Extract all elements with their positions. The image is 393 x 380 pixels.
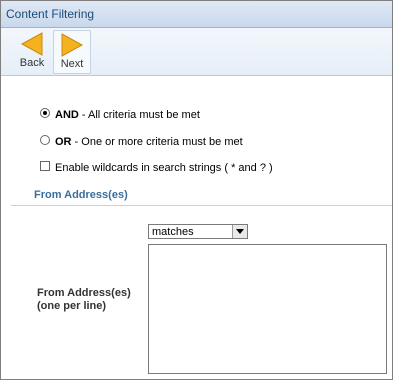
next-button[interactable]: Next [53, 30, 91, 74]
match-type-select[interactable]: matches [148, 224, 248, 239]
content-filtering-window: Content Filtering Back Next AND - All cr… [0, 0, 393, 380]
toolbar: Back Next [1, 28, 392, 76]
and-radio[interactable] [40, 108, 50, 118]
chevron-down-icon[interactable] [232, 225, 247, 238]
from-section-title: From Address(es) [34, 189, 128, 201]
from-addresses-label: From Address(es) (one per line) [37, 287, 131, 313]
back-label: Back [19, 57, 45, 69]
from-addresses-label-line2: (one per line) [37, 300, 107, 312]
and-radio-label: AND - All criteria must be met [55, 109, 200, 121]
wildcards-label: Enable wildcards in search strings ( * a… [55, 162, 273, 174]
and-keyword: AND [55, 109, 79, 121]
back-button[interactable]: Back [14, 30, 50, 72]
next-arrow-icon [54, 33, 90, 57]
from-addresses-label-line1: From Address(es) [37, 287, 131, 299]
window-title: Content Filtering [6, 7, 95, 21]
or-keyword: OR [55, 136, 72, 148]
from-addresses-textarea[interactable] [148, 244, 387, 374]
next-label: Next [60, 58, 84, 70]
section-divider [11, 205, 392, 206]
wildcards-checkbox[interactable] [40, 161, 50, 171]
and-description: - All criteria must be met [78, 109, 200, 121]
back-arrow-icon [14, 32, 50, 56]
match-type-value: matches [152, 226, 194, 238]
or-radio[interactable] [40, 135, 50, 145]
or-description: - One or more criteria must be met [71, 136, 243, 148]
or-radio-label: OR - One or more criteria must be met [55, 136, 243, 148]
title-bar: Content Filtering [1, 1, 392, 28]
